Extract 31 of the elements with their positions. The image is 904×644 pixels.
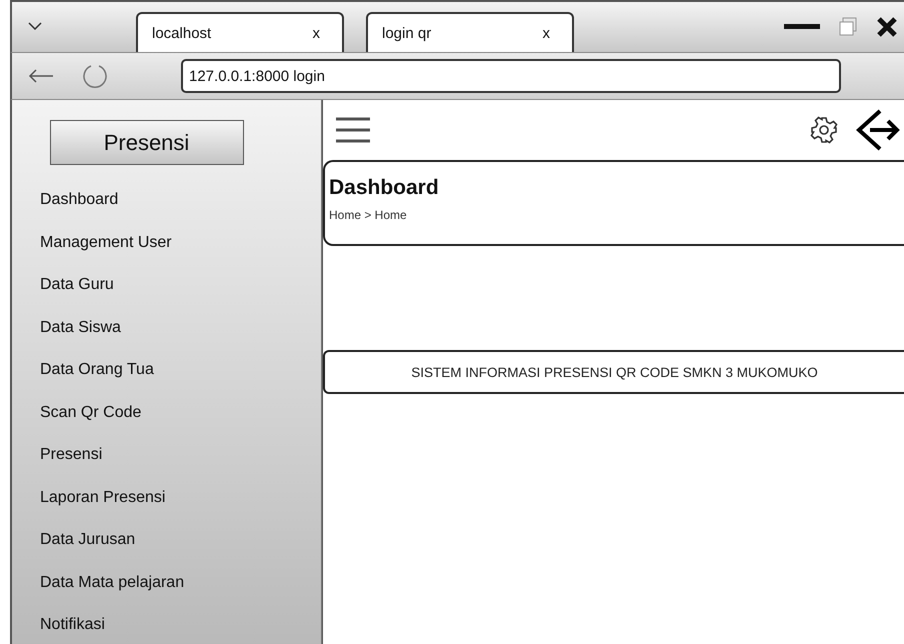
chevron-down-icon[interactable] — [28, 22, 42, 30]
sidebar-item[interactable]: Dashboard — [40, 191, 118, 210]
minimize-icon[interactable] — [784, 24, 820, 30]
address-field[interactable]: 127.0.0.1:8000 login — [181, 59, 841, 93]
sidebar-item[interactable]: Scan Qr Code — [40, 404, 142, 422]
footer-text: SISTEM INFORMASI PRESENSI QR CODE SMKN 3 MUKOMUKO — [411, 364, 818, 380]
brand-button[interactable]: Presensi — [50, 120, 244, 165]
sidebar-item[interactable]: Presensi — [40, 446, 102, 464]
browser-tab[interactable]: login qr x — [366, 12, 574, 52]
back-arrow-icon[interactable] — [28, 69, 54, 83]
settings-icon[interactable] — [810, 116, 838, 144]
menu-icon[interactable] — [335, 117, 371, 143]
sidebar-item[interactable]: Data Guru — [40, 276, 114, 294]
breadcrumb: Home > Home — [329, 208, 408, 222]
page-title: Dashboard — [329, 176, 440, 200]
sidebar-item[interactable]: Data Orang Tua — [40, 361, 154, 380]
sidebar-item[interactable]: Notifikasi — [40, 616, 105, 634]
maximize-icon[interactable] — [838, 17, 858, 37]
tab-close-button[interactable]: x — [312, 24, 320, 42]
tab-title: login qr — [382, 24, 432, 42]
sidebar-item[interactable]: Data Mata pelajaran — [40, 574, 184, 592]
tab-close-button[interactable]: x — [542, 24, 550, 42]
sidebar-item[interactable]: Laporan Presensi — [40, 488, 166, 507]
sidebar-item[interactable]: Management User — [40, 234, 172, 252]
sidebar-item[interactable]: Data Jurusan — [40, 531, 136, 550]
logout-icon[interactable] — [856, 108, 900, 152]
browser-tab[interactable]: localhost x — [136, 12, 344, 52]
tab-title: localhost — [152, 24, 212, 42]
reload-icon[interactable] — [82, 63, 108, 89]
close-icon[interactable] — [876, 16, 898, 38]
sidebar-item[interactable]: Data Siswa — [40, 318, 121, 337]
